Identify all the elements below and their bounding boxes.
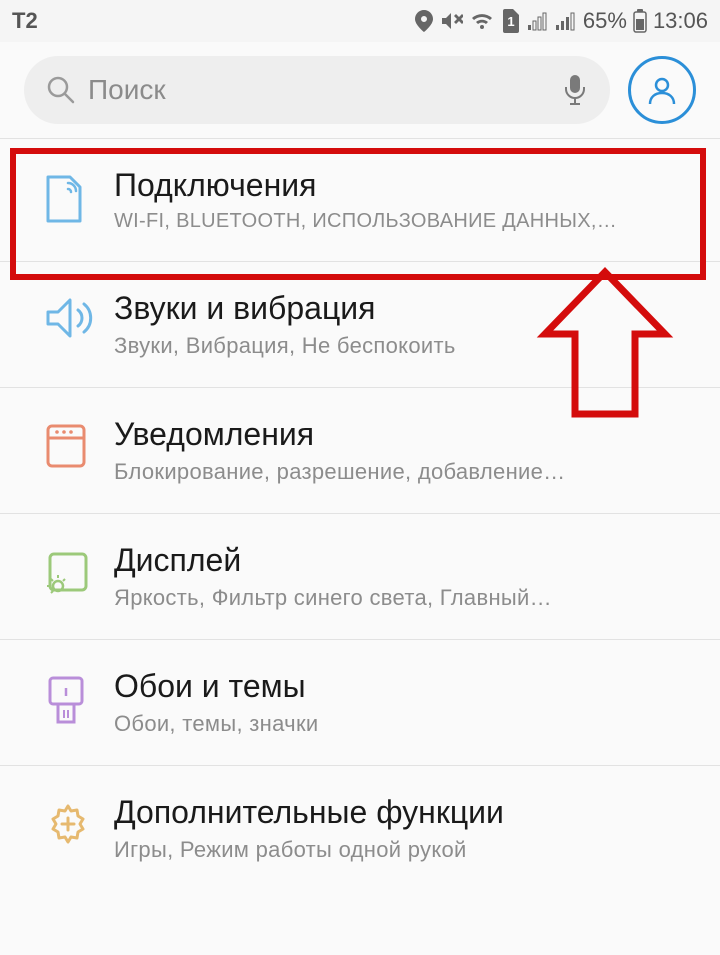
- sim-icon: 1: [501, 9, 521, 33]
- search-box[interactable]: [24, 56, 610, 124]
- status-bar: T2 1 65% 13:06: [0, 0, 720, 42]
- item-themes[interactable]: Обои и темы Обои, темы, значки: [0, 640, 720, 766]
- themes-icon: [24, 668, 114, 726]
- item-subtitle: Звуки, Вибрация, Не беспокоить: [114, 333, 696, 359]
- battery-percent: 65%: [583, 8, 627, 34]
- mic-icon[interactable]: [562, 73, 588, 107]
- search-input[interactable]: [88, 74, 562, 106]
- item-subtitle: WI-FI, BLUETOOTH, Использование данных,…: [114, 210, 696, 233]
- item-subtitle: Обои, темы, значки: [114, 711, 696, 737]
- item-advanced[interactable]: Дополнительные функции Игры, Режим работ…: [0, 766, 720, 891]
- settings-list: Подключения WI-FI, BLUETOOTH, Использова…: [0, 139, 720, 891]
- item-title: Обои и темы: [114, 668, 696, 705]
- clock: 13:06: [653, 8, 708, 34]
- sound-icon: [24, 290, 114, 340]
- search-row: [0, 42, 720, 138]
- connections-icon: [24, 167, 114, 225]
- status-icons: 1 65% 13:06: [415, 8, 708, 34]
- item-title: Звуки и вибрация: [114, 290, 696, 327]
- item-display[interactable]: Дисплей Яркость, Фильтр синего света, Гл…: [0, 514, 720, 640]
- item-subtitle: Яркость, Фильтр синего света, Главный…: [114, 585, 696, 611]
- item-connections[interactable]: Подключения WI-FI, BLUETOOTH, Использова…: [0, 139, 720, 262]
- mute-icon: [439, 10, 463, 32]
- display-icon: [24, 542, 114, 596]
- advanced-icon: [24, 794, 114, 848]
- item-notifications[interactable]: Уведомления Блокирование, разрешение, до…: [0, 388, 720, 514]
- svg-text:1: 1: [507, 14, 514, 29]
- item-title: Уведомления: [114, 416, 696, 453]
- item-title: Дополнительные функции: [114, 794, 696, 831]
- carrier-label: T2: [12, 8, 38, 34]
- wifi-icon: [469, 11, 495, 31]
- signal-1-icon: [527, 11, 549, 31]
- item-title: Подключения: [114, 167, 696, 204]
- item-subtitle: Игры, Режим работы одной рукой: [114, 837, 696, 863]
- item-title: Дисплей: [114, 542, 696, 579]
- location-icon: [415, 10, 433, 32]
- search-icon: [46, 75, 76, 105]
- notifications-icon: [24, 416, 114, 470]
- profile-button[interactable]: [628, 56, 696, 124]
- battery-icon: [633, 9, 647, 33]
- item-sounds[interactable]: Звуки и вибрация Звуки, Вибрация, Не бес…: [0, 262, 720, 388]
- item-subtitle: Блокирование, разрешение, добавление…: [114, 459, 696, 485]
- signal-2-icon: [555, 11, 577, 31]
- profile-icon: [644, 72, 680, 108]
